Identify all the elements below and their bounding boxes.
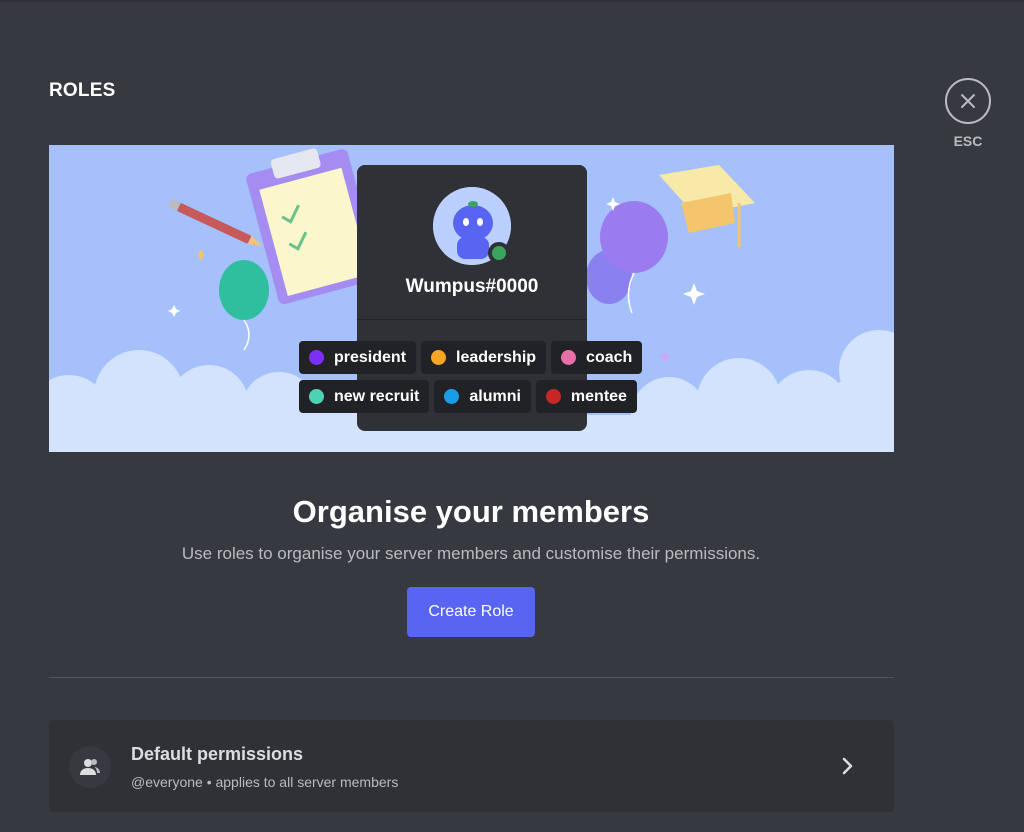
role-color-dot (309, 389, 324, 404)
section-divider (49, 677, 894, 678)
role-name: leadership (456, 348, 537, 366)
role-color-dot (545, 389, 561, 404)
role-color-dot (309, 350, 324, 365)
role-color-dot (444, 389, 460, 404)
chevron-right-icon (842, 757, 853, 775)
profile-header: Wumpus#0000 (357, 165, 587, 319)
profile-divider (357, 319, 587, 320)
role-name: new recruit (334, 387, 420, 405)
close-icon (961, 94, 975, 108)
role-row-2: new recruit alumni mentee (299, 380, 637, 413)
role-row-1: president leadership coach (299, 341, 643, 374)
close-control[interactable]: ESC (944, 78, 992, 149)
online-status-dot (488, 242, 510, 264)
role-pill-president: president (299, 341, 417, 374)
esc-label: ESC (953, 133, 983, 149)
role-pill-leadership: leadership (421, 341, 547, 374)
default-permissions-subtitle: @everyone • applies to all server member… (131, 774, 399, 790)
create-role-button[interactable]: Create Role (407, 587, 535, 637)
members-icon-wrap (69, 746, 111, 788)
role-color-dot (431, 350, 447, 365)
role-name: mentee (570, 387, 627, 405)
empty-state-heading: Organise your members (292, 494, 650, 529)
empty-state-description: Use roles to organise your server member… (181, 544, 761, 563)
default-permissions-title: Default permissions (131, 744, 304, 764)
members-icon (80, 759, 100, 775)
role-pill-mentee: mentee (535, 380, 637, 413)
default-permissions-row[interactable]: Default permissions @everyone • applies … (49, 720, 894, 812)
roles-banner: Wumpus#0000 president leadership coach n… (49, 145, 894, 452)
role-pill-new-recruit: new recruit (299, 380, 430, 413)
role-name: alumni (469, 387, 521, 405)
profile-username: Wumpus#0000 (405, 276, 539, 297)
role-color-dot (561, 350, 577, 365)
roles-settings-page: ROLES ESC Wumpus#0000 president leadersh… (0, 0, 1024, 832)
top-border (0, 0, 1024, 2)
role-pill-alumni: alumni (434, 380, 531, 413)
role-name: president (334, 348, 407, 366)
page-title: ROLES (49, 80, 116, 101)
role-name: coach (586, 348, 633, 366)
close-button[interactable] (945, 78, 991, 124)
role-pill-coach: coach (551, 341, 643, 374)
